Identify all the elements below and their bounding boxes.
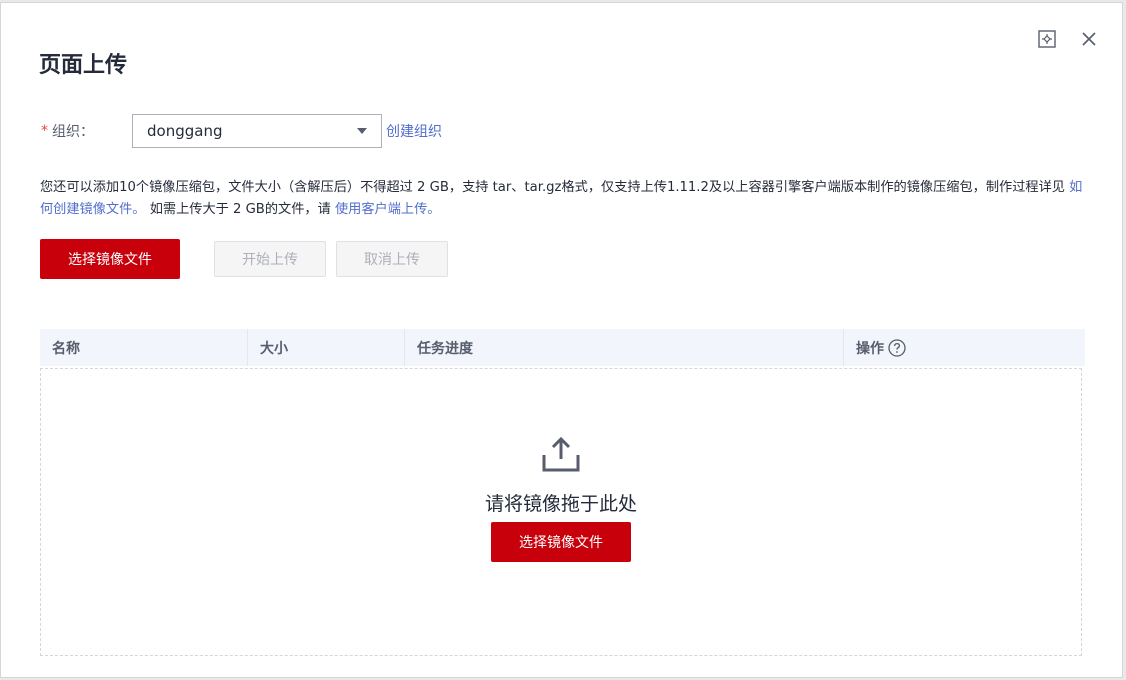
org-label: 组织： bbox=[52, 124, 94, 140]
file-drop-zone[interactable]: 请将镜像拖于此处 选择镜像文件 bbox=[40, 368, 1082, 656]
column-header-name: 名称 bbox=[40, 329, 248, 366]
upload-dialog: 页面上传 * 组织： donggang 创建组织 您还可以添加10个镜像压缩包，… bbox=[0, 2, 1123, 678]
column-header-actions-label: 操作 bbox=[856, 340, 884, 357]
dialog-header-actions bbox=[1036, 28, 1100, 50]
chevron-down-icon bbox=[357, 128, 367, 134]
create-org-link[interactable]: 创建组织 bbox=[386, 121, 442, 141]
cancel-upload-button[interactable]: 取消上传 bbox=[336, 241, 448, 277]
fullscreen-icon[interactable] bbox=[1036, 28, 1058, 50]
description-text-1: 您还可以添加10个镜像压缩包，文件大小（含解压后）不得超过 2 GB，支持 ta… bbox=[40, 180, 1070, 195]
use-client-upload-link[interactable]: 使用客户端上传。 bbox=[335, 202, 441, 217]
org-select[interactable]: donggang bbox=[132, 114, 382, 148]
select-image-file-button[interactable]: 选择镜像文件 bbox=[40, 239, 180, 279]
dropzone-select-file-button[interactable]: 选择镜像文件 bbox=[491, 522, 631, 562]
table-header: 名称 大小 任务进度 操作 bbox=[40, 329, 1085, 366]
start-upload-button[interactable]: 开始上传 bbox=[214, 241, 326, 277]
column-header-actions: 操作 bbox=[844, 329, 1085, 366]
upload-description: 您还可以添加10个镜像压缩包，文件大小（含解压后）不得超过 2 GB，支持 ta… bbox=[40, 177, 1090, 221]
dialog-title: 页面上传 bbox=[39, 53, 128, 78]
help-icon[interactable] bbox=[888, 338, 906, 357]
close-icon[interactable] bbox=[1078, 28, 1100, 50]
required-mark: * bbox=[41, 123, 48, 139]
org-field-row: * 组织： donggang 创建组织 bbox=[41, 113, 442, 149]
description-text-2: 如需上传大于 2 GB的文件，请 bbox=[145, 202, 335, 217]
drop-hint-text: 请将镜像拖于此处 bbox=[484, 493, 637, 515]
org-select-value: donggang bbox=[147, 122, 223, 140]
action-buttons: 选择镜像文件 开始上传 取消上传 bbox=[40, 239, 448, 279]
column-header-progress: 任务进度 bbox=[405, 329, 844, 366]
upload-icon bbox=[541, 436, 581, 477]
column-header-size: 大小 bbox=[248, 329, 405, 366]
